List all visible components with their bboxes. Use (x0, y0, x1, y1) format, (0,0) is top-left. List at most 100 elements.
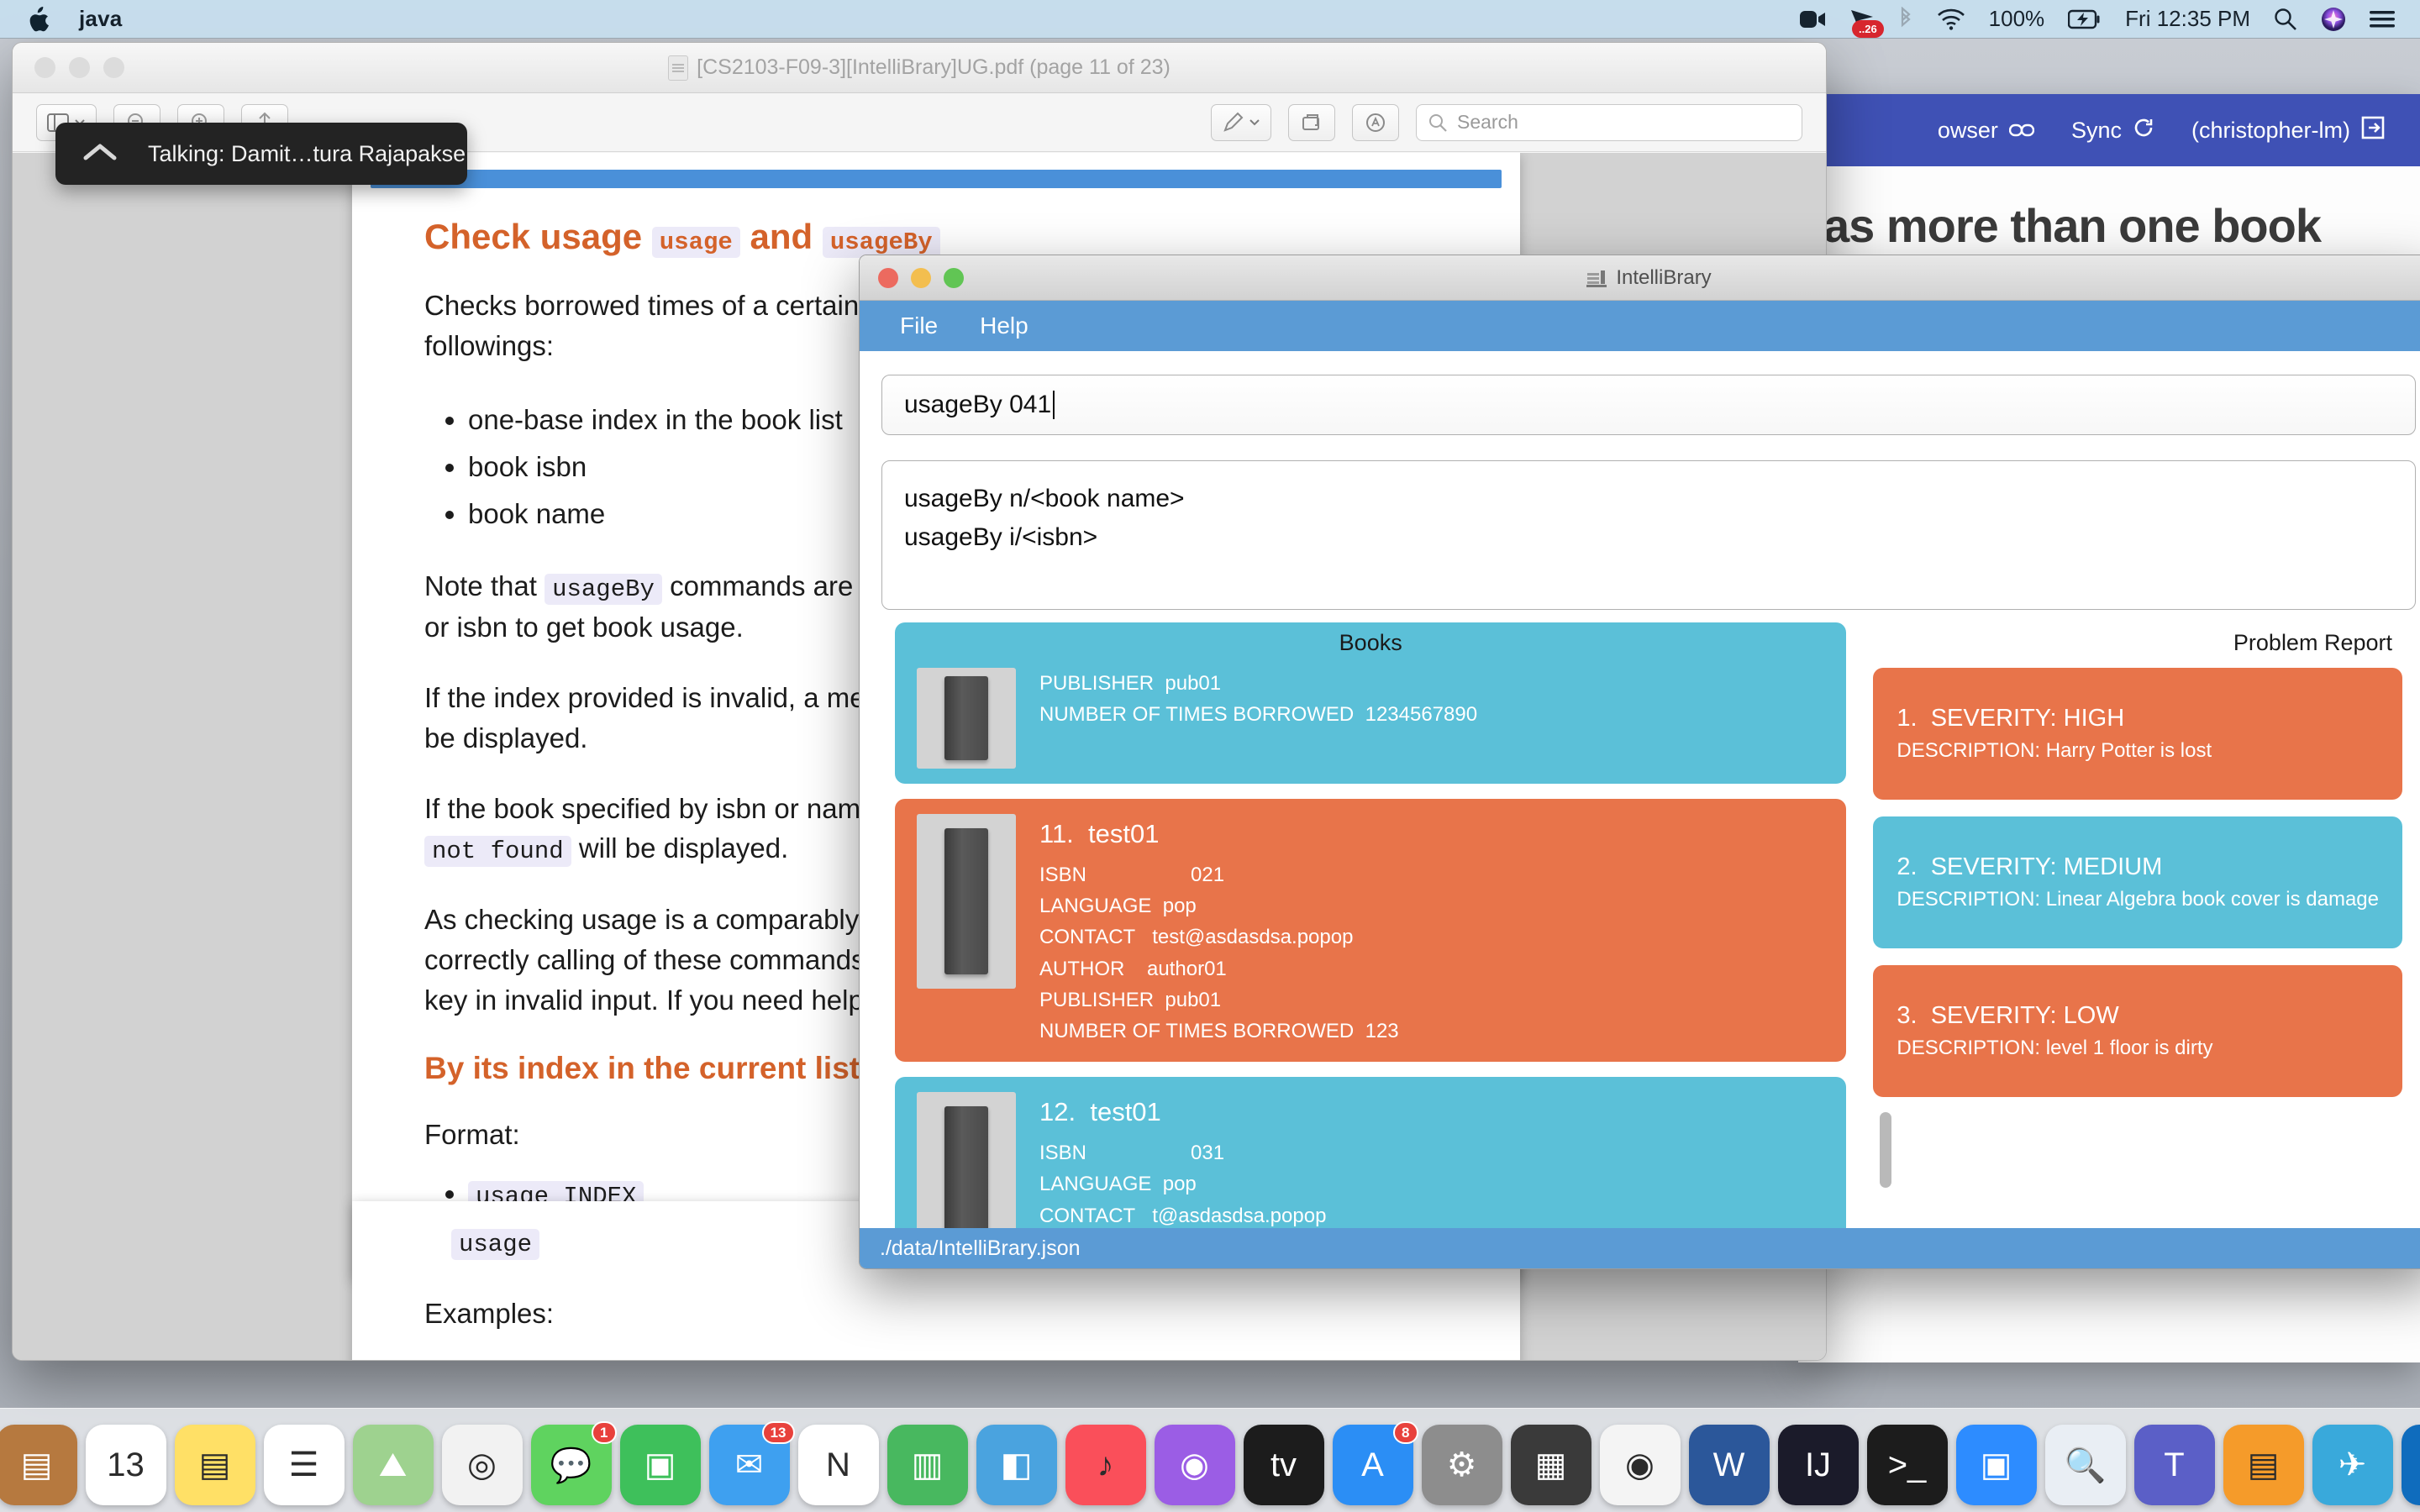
pdf-note-a: Note that (424, 570, 537, 601)
music-icon: ♪ (1097, 1446, 1114, 1483)
problem-report-panel: Problem Report 1. SEVERITY: HIGH DESCRIP… (1860, 620, 2416, 1268)
books-scrollbar[interactable] (1880, 1112, 1891, 1188)
battery-charging-icon[interactable] (2068, 9, 2102, 29)
pdf-heading-check-usage: Check usage usage and usageBy (424, 217, 1448, 258)
bluetooth-icon[interactable] (1898, 6, 1913, 32)
zoom-video-icon[interactable] (1799, 8, 1826, 31)
apple-logo-icon[interactable] (29, 6, 50, 32)
messenger-icon[interactable]: ..26 (1849, 8, 1884, 38)
dock-item-reminders[interactable]: ☰ (263, 1425, 345, 1505)
system-preferences-icon: ⚙ (1446, 1446, 1477, 1483)
dock-item-apple-tv[interactable]: tv (1243, 1425, 1324, 1505)
dock-item-keynote[interactable]: ◧ (976, 1425, 1057, 1505)
rotate-button[interactable] (1288, 103, 1335, 141)
talking-notification-overlay[interactable]: Talking: Damit…tura Rajapakse (55, 123, 467, 185)
dock-item-zoom[interactable]: ▣ (1955, 1425, 2037, 1505)
mail-icon: ✉ (734, 1446, 764, 1483)
pdf-examples-label: Examples: (424, 1298, 555, 1330)
nav-item-sync[interactable]: Sync (2071, 117, 2154, 144)
nav-item-account[interactable]: (christopher-lm) (2191, 116, 2385, 145)
book-field-isbn: ISBN 021 (1039, 864, 1225, 887)
book-field-language: LANGUAGE pop (1039, 1173, 1197, 1196)
book-field-borrowed: NUMBER OF TIMES BORROWED 1234567890 (1039, 703, 1478, 727)
pages-icon: ▤ (2247, 1446, 2280, 1483)
book-title: 11. test01 (1039, 819, 1160, 848)
book-cover (917, 814, 1016, 989)
dock-item-outlook[interactable]: O26 (2401, 1425, 2420, 1505)
books-list[interactable]: PUBLISHER pub01 NUMBER OF TIMES BORROWED… (895, 622, 1847, 1268)
markup-button[interactable] (1211, 103, 1271, 141)
telegram-icon: ✈ (2338, 1446, 2367, 1483)
dock-item-calendar[interactable]: 13 (85, 1425, 166, 1505)
dock-item-facetime[interactable]: ▣ (619, 1425, 701, 1505)
logout-icon (2361, 116, 2385, 145)
podcasts-icon: ◉ (1180, 1446, 1209, 1483)
background-app-hero-text: as more than one book (1823, 199, 2322, 252)
dock-item-terminal[interactable]: >_ (1866, 1425, 1948, 1505)
dock-item-pages[interactable]: ▤ (2223, 1425, 2304, 1505)
numbers-icon: ▥ (911, 1446, 944, 1483)
problem-description-3: DESCRIPTION: level 1 floor is dirty (1897, 1037, 2213, 1059)
menubar-app-name[interactable]: java (79, 6, 122, 32)
dock-item-word[interactable]: W (1688, 1425, 1770, 1505)
dock-item-calculator[interactable]: ▦ (1510, 1425, 1591, 1505)
status-bar-path: ./data/IntelliBrary.json (880, 1236, 1081, 1260)
dock-item-app-store[interactable]: A8 (1332, 1421, 1418, 1505)
intellibrary-status-bar: ./data/IntelliBrary.json (860, 1228, 2420, 1268)
book-card-11[interactable]: 11. test01 ISBN 021 LANGUAGE pop CONTACT … (895, 799, 1847, 1063)
books-panel: Books PUBLISHER pub01 NUMBER OF TIMES BO… (881, 620, 1860, 1268)
dock-item-photos-colorwheel[interactable]: ◎ (441, 1425, 523, 1505)
books-icon (1586, 268, 1607, 288)
pdf-examples-list: usage 2 (468, 1351, 1448, 1360)
spotlight-search-icon[interactable] (2274, 8, 2297, 31)
macos-menubar: java ..26 100% Fri 12:35 PM (0, 0, 2420, 39)
dock-item-intellij[interactable]: IJ (1777, 1425, 1859, 1505)
problem-card-3[interactable]: 3. SEVERITY: LOW DESCRIPTION: level 1 fl… (1873, 965, 2402, 1097)
calculator-icon: ▦ (1534, 1446, 1567, 1483)
dock-item-preview[interactable]: 🔍 (2044, 1425, 2126, 1505)
chevron-up-icon[interactable] (81, 141, 119, 167)
intellibrary-panels: Books PUBLISHER pub01 NUMBER OF TIMES BO… (881, 620, 2416, 1268)
control-center-icon[interactable] (2370, 9, 2395, 29)
dock-item-list: ☺◉🚀🧭❀7.666▤13▤☰⛰◎💬1▣✉13N▥◧♪◉tvA8⚙▦◉WIJ>_… (0, 1421, 2420, 1505)
problem-report-title: Problem Report (2233, 630, 2392, 655)
pdf-para1-line2: followings: (424, 329, 555, 361)
dock-item-podcasts[interactable]: ◉ (1154, 1425, 1235, 1505)
dock-item-notes[interactable]: ▤ (174, 1425, 255, 1505)
command-input[interactable]: usageBy 041 (881, 375, 2416, 435)
intellibrary-window-title: IntelliBrary (860, 266, 2420, 290)
dock-item-numbers[interactable]: ▥ (886, 1425, 968, 1505)
dock-item-mail[interactable]: ✉ 13 (708, 1421, 795, 1505)
dock-item-chrome[interactable]: ◉ (1599, 1425, 1681, 1505)
dock-item-system-preferences[interactable]: ⚙ (1421, 1425, 1502, 1505)
text-caret (1053, 391, 1055, 419)
teams-icon: T (2164, 1446, 2185, 1483)
intellibrary-title-text: IntelliBrary (1616, 265, 1712, 289)
problem-card-1[interactable]: 1. SEVERITY: HIGH DESCRIPTION: Harry Pot… (1873, 668, 2402, 800)
menubar-clock[interactable]: Fri 12:35 PM (2125, 6, 2250, 32)
dock-item-news[interactable]: N (797, 1425, 879, 1505)
menu-item-file[interactable]: File (900, 312, 938, 339)
problem-description-2: DESCRIPTION: Linear Algebra book cover i… (1897, 888, 2379, 911)
nav-item-browser[interactable]: owser (1938, 118, 2035, 144)
dock-item-music[interactable]: ♪ (1065, 1425, 1146, 1505)
dock-item-teams[interactable]: T (2133, 1425, 2215, 1505)
dock-item-maps[interactable]: ⛰ (352, 1425, 434, 1505)
messenger-badge: ..26 (1851, 19, 1884, 38)
pdf-heading-text: Check usage (424, 217, 643, 256)
nav-sync-label: Sync (2070, 117, 2122, 143)
nav-account-label: (christopher-lm) (2191, 117, 2350, 143)
problem-list[interactable]: 1. SEVERITY: HIGH DESCRIPTION: Harry Pot… (1873, 668, 2402, 1097)
book-card-partial[interactable]: PUBLISHER pub01 NUMBER OF TIMES BORROWED… (895, 622, 1847, 784)
menu-item-help[interactable]: Help (980, 312, 1028, 339)
dock-item-contacts[interactable]: ▤ (0, 1425, 77, 1505)
keynote-icon: ◧ (1000, 1446, 1033, 1483)
wifi-icon[interactable] (1937, 8, 1965, 30)
problem-card-2[interactable]: 2. SEVERITY: MEDIUM DESCRIPTION: Linear … (1873, 816, 2402, 948)
dock-item-messages[interactable]: 💬 1 (530, 1421, 617, 1505)
preview-search-field[interactable]: Search (1416, 103, 1802, 141)
siri-icon[interactable] (2321, 7, 2346, 32)
dock-item-telegram[interactable]: ✈ (2312, 1425, 2393, 1505)
intellibrary-window[interactable]: IntelliBrary File Help usageBy 041 usage… (859, 255, 2420, 1269)
annotate-button[interactable] (1352, 103, 1399, 141)
